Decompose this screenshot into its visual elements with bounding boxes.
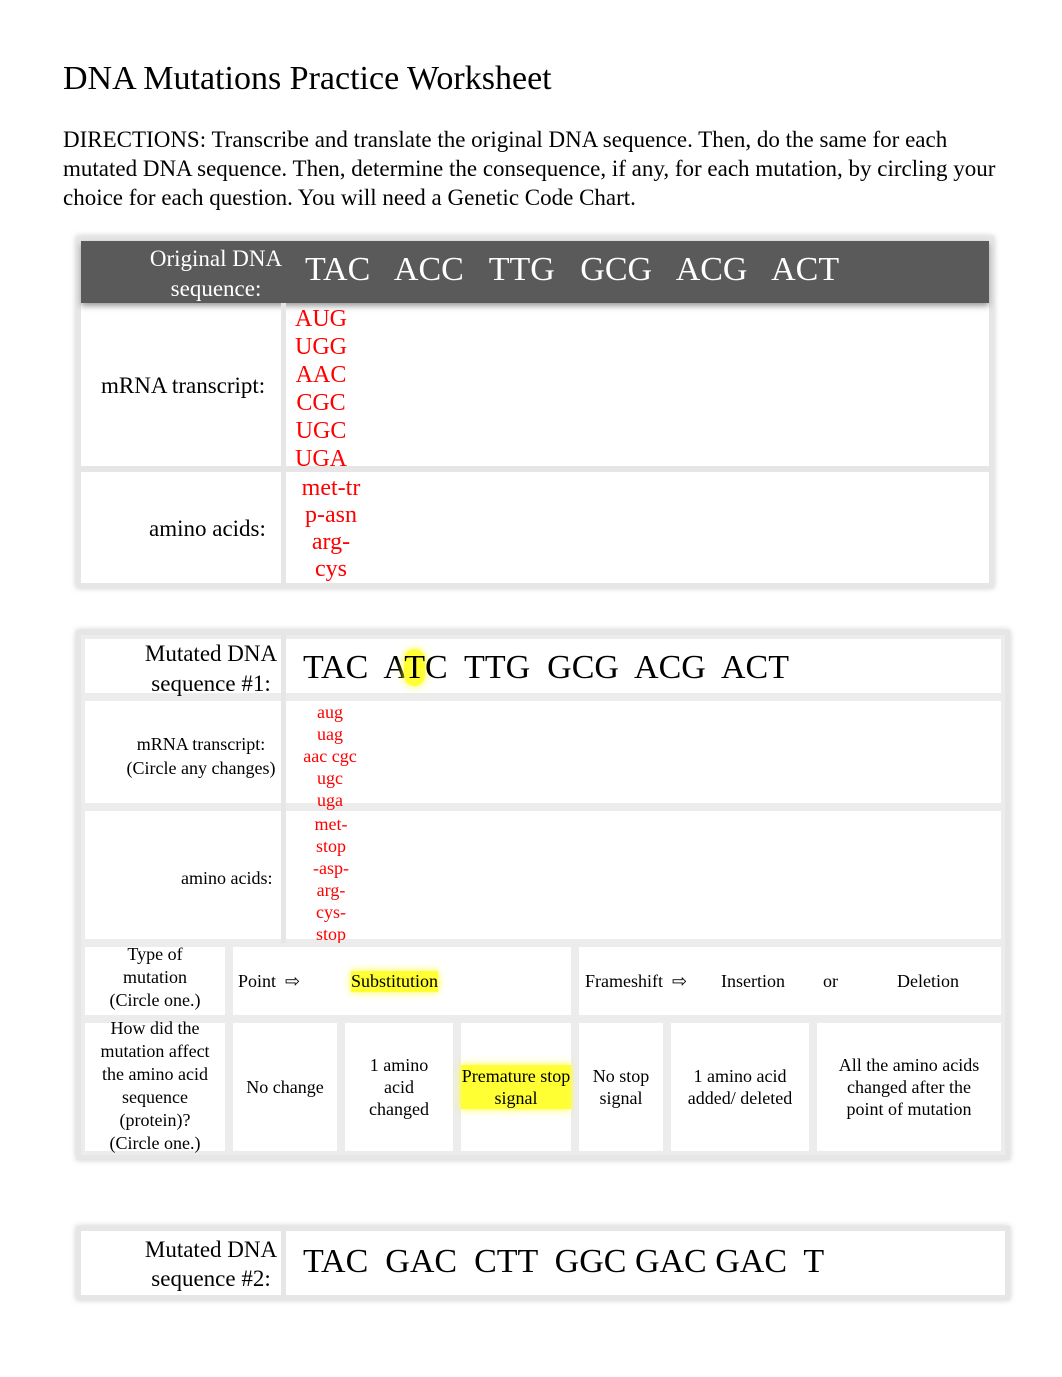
answer-line: aug <box>317 702 343 722</box>
original-dna-sequence: TAC ACC TTG GCG ACG ACT <box>305 251 840 288</box>
mutated1-dna-label: Mutated DNA sequence #1: <box>144 641 278 696</box>
effect-no-change[interactable]: No change <box>229 1019 341 1155</box>
answer-line: met-tr <box>301 475 361 501</box>
answer-line: (protein)? <box>119 1110 191 1130</box>
mutated1-dna-sequence: TAC ATC TTG GCG ACG ACT <box>303 649 789 686</box>
answer-line: mutation <box>123 967 187 987</box>
answer-line: UGA <box>295 446 347 472</box>
answer-line: (Circle one.) <box>109 990 201 1010</box>
mutated1-amino-acids-answer: met-stop -asp-arg-cys-stop <box>299 813 363 945</box>
original-dna-label: Original DNA sequence: <box>149 246 283 301</box>
answer-line: uga <box>317 790 343 810</box>
worksheet-page: { "title":"DNA Mutations Practice Worksh… <box>0 0 1062 1377</box>
effect-premature-stop[interactable]: Premature stop signal <box>457 1019 575 1155</box>
answer-line: UGC <box>295 418 347 444</box>
insertion-option[interactable]: Insertion <box>721 971 785 992</box>
answer-line: CGC <box>296 390 346 416</box>
answer-line: -asp- <box>313 858 349 878</box>
answer-line: met- <box>314 814 348 834</box>
effect-no-stop[interactable]: No stop signal <box>575 1019 667 1155</box>
answer-line: How did the <box>110 1018 200 1038</box>
arrow-right-icon: ⇨ <box>285 971 301 991</box>
answer-line: (Circle one.) <box>109 1133 201 1153</box>
mutated2-dna-label: Mutated DNA sequence #2: <box>144 1237 278 1291</box>
column-divider <box>281 303 286 583</box>
answer-line: UGG <box>295 334 347 360</box>
type-of-mutation-label: Type of mutation (Circle one.) <box>81 943 229 1012</box>
effect-added-deleted[interactable]: 1 amino acid added/ deleted <box>667 1019 813 1155</box>
answer-line: stop <box>315 924 346 944</box>
mutation-highlight: T <box>404 649 425 686</box>
answer-line: Type of <box>127 944 183 964</box>
deletion-option[interactable]: Deletion <box>897 971 959 992</box>
answer-line: aac cgc <box>303 746 357 766</box>
mrna-label: mRNA transcript: (Circle any changes) <box>126 734 276 778</box>
answer-line: stop <box>315 836 346 856</box>
or-text: or <box>823 971 838 991</box>
row-divider <box>81 466 989 472</box>
mutated2-dna-sequence: TAC GAC CTT GGC GAC GAC T <box>303 1243 825 1280</box>
effect-all-changed[interactable]: All the amino acids changed after the po… <box>813 1019 1005 1155</box>
answer-line: ugc <box>317 768 343 788</box>
answer-line: AAC <box>295 362 347 388</box>
premature-stop-text: Premature stop signal <box>461 1065 571 1109</box>
answer-line: cys- <box>316 902 346 922</box>
page-title: DNA Mutations Practice Worksheet <box>63 60 552 97</box>
answer-line: uag <box>317 724 343 744</box>
original-table: Original DNA sequence: TAC ACC TTG GCG AC… <box>76 236 994 588</box>
answer-line: p-asn <box>305 502 357 528</box>
answer-line: sequence <box>122 1087 188 1107</box>
answer-line: arg- <box>316 880 346 900</box>
mutated1-table: Mutated DNA sequence #1: TAC ATC TTG GCG … <box>76 630 1010 1160</box>
mutated1-mrna-answer: aug uag aac cgc ugc uga <box>293 701 367 811</box>
original-amino-acids-answer: met-tr p-asn arg-cys <box>296 475 366 583</box>
answer-line: arg- <box>311 529 351 555</box>
frameshift-option[interactable]: Frameshift ⇨ <box>585 971 687 992</box>
mrna-label: mRNA transcript: <box>101 373 266 398</box>
arrow-right-icon: ⇨ <box>672 971 688 991</box>
effect-one-changed[interactable]: 1 amino acid changed <box>341 1019 457 1155</box>
mutated2-table: Mutated DNA sequence #2: TAC GAC CTT GGC … <box>76 1226 1010 1300</box>
amino-acids-label: amino acids: <box>149 516 266 541</box>
point-option[interactable]: Point ⇨ <box>238 971 300 992</box>
original-mrna-answer: AUG UGG AAC CGC UGC UGA <box>291 305 351 473</box>
directions: DIRECTIONS: Transcribe and translate the… <box>63 127 996 210</box>
answer-line: mutation affect <box>100 1041 210 1061</box>
answer-line: the amino acid <box>102 1064 208 1084</box>
amino-acids-label: amino acids: <box>181 868 273 888</box>
substitution-option[interactable]: Substitution <box>351 971 439 992</box>
answer-line: cys <box>315 556 347 582</box>
answer-line: AUG <box>295 306 347 332</box>
effect-label: How did the mutation affect the amino acid… <box>81 1017 229 1155</box>
